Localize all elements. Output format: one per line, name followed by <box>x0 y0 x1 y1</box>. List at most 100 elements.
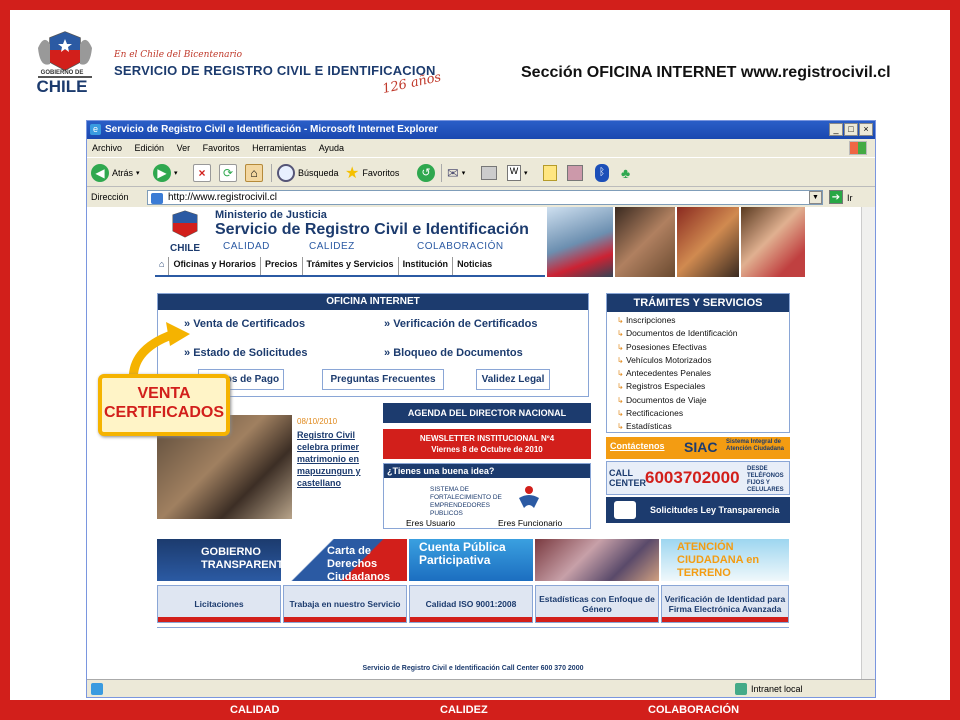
nav-noticias[interactable]: Noticias <box>453 257 496 275</box>
menu-edicion[interactable]: Edición <box>130 139 170 153</box>
mapuche-photo-banner[interactable] <box>535 539 659 581</box>
sfep-text: SISTEMA DE FORTALECIMIENTO DE EMPRENDEDO… <box>430 486 502 517</box>
tramite-item[interactable]: Estadísticas <box>617 420 737 433</box>
nav-precios[interactable]: Precios <box>261 257 303 275</box>
menu-ver[interactable]: Ver <box>172 139 196 153</box>
callout-line2: CERTIFICADOS <box>104 404 224 421</box>
verificacion-identidad-tile[interactable]: Verificación de Identidad para Firma Ele… <box>661 585 789 623</box>
notes-button[interactable] <box>543 162 557 184</box>
tramite-item[interactable]: Antecedentes Penales <box>617 367 737 380</box>
tramite-item[interactable]: Rectificaciones <box>617 407 737 420</box>
go-icon[interactable]: ➔ <box>829 190 843 204</box>
carta-derechos-banner[interactable]: Carta de Derechos Ciudadanos <box>283 539 407 583</box>
tramite-item[interactable]: Vehículos Motorizados <box>617 354 737 367</box>
child-photo <box>741 207 805 277</box>
slide: GOBIERNO DE CHILE En el Chile del Bicent… <box>10 10 950 700</box>
site-footer: Servicio de Registro Civil e Identificac… <box>362 665 584 672</box>
home-icon[interactable]: ⌂ <box>155 257 170 275</box>
minimize-button[interactable]: _ <box>829 123 843 136</box>
logo-label: GOBIERNO DE <box>40 70 84 76</box>
edit-button[interactable]: W ▾ <box>507 162 528 184</box>
favorites-button[interactable]: ★ Favoritos <box>345 162 399 184</box>
bluetooth-button[interactable]: ᛒ <box>595 162 609 184</box>
back-arrow-icon: ◀ <box>91 164 109 182</box>
nav-institucion[interactable]: Institución <box>399 257 454 275</box>
menu-herramientas[interactable]: Herramientas <box>247 139 311 153</box>
refresh-button[interactable]: ⟳ <box>219 162 237 184</box>
vertical-scrollbar[interactable] <box>861 207 875 679</box>
window-title: Servicio de Registro Civil e Identificac… <box>87 121 875 139</box>
tramite-item[interactable]: Registros Especiales <box>617 380 737 393</box>
history-icon: ↺ <box>417 164 435 182</box>
preguntas-frecuentes-button[interactable]: Preguntas Frecuentes <box>322 369 444 390</box>
refresh-icon: ⟳ <box>219 164 237 182</box>
maximize-button[interactable]: □ <box>844 123 858 136</box>
gobierno-transparente-banner[interactable]: GOBIERNO TRANSPARENTE <box>157 539 291 581</box>
call-center-label: CALL CENTER <box>609 468 647 488</box>
history-button[interactable]: ↺ <box>417 162 435 184</box>
link-venta-certificados[interactable]: Venta de Certificados <box>184 318 305 330</box>
atencion-terreno-banner[interactable]: ATENCIÓN CIUDADANA en TERRENO <box>661 539 789 581</box>
validez-legal-button[interactable]: Validez Legal <box>476 369 550 390</box>
address-dropdown[interactable]: ▼ <box>809 191 822 204</box>
address-label: Dirección <box>91 192 129 202</box>
link-verificacion-certificados[interactable]: Verificación de Certificados <box>384 318 537 330</box>
menu-ayuda[interactable]: Ayuda <box>314 139 349 153</box>
ship-photo <box>547 207 613 277</box>
tramite-item[interactable]: Inscripciones <box>617 314 737 327</box>
mail-button[interactable]: ✉ ▾ <box>447 162 465 184</box>
motto-calidez: CALIDEZ <box>309 241 355 252</box>
menu-bar: Archivo Edición Ver Favoritos Herramient… <box>87 139 875 157</box>
research-icon <box>567 165 583 181</box>
tramite-item[interactable]: Documentos de Viaje <box>617 394 737 407</box>
bottom-calidad: CALIDAD <box>230 704 280 716</box>
transparencia-button[interactable]: Solicitudes Ley Transparencia <box>606 497 790 523</box>
address-input[interactable]: http://www.registrocivil.cl <box>147 190 823 205</box>
nav-tramites[interactable]: Trámites y Servicios <box>303 257 399 275</box>
tramites-title: TRÁMITES Y SERVICIOS <box>607 294 789 312</box>
siac-label: SIAC <box>684 439 718 455</box>
link-estado-solicitudes[interactable]: Estado de Solicitudes <box>184 347 307 359</box>
cuenta-publica-banner[interactable]: Cuenta Pública Participativa <box>409 539 533 581</box>
licitaciones-tile[interactable]: Licitaciones <box>157 585 281 623</box>
newsletter-banner[interactable]: NEWSLETTER INSTITUCIONAL Nº4 Viernes 8 d… <box>383 429 591 459</box>
link-bloqueo-documentos[interactable]: Bloqueo de Documentos <box>384 347 523 359</box>
siac-desc: Sistema Integral de Atención Ciudadana <box>726 439 785 452</box>
page-viewport: CHILE Ministerio de Justicia Servicio de… <box>87 207 861 679</box>
menu-archivo[interactable]: Archivo <box>87 139 127 153</box>
research-button[interactable] <box>567 162 583 184</box>
toolbar-divider <box>441 164 442 182</box>
trabaja-tile[interactable]: Trabaja en nuestro Servicio <box>283 585 407 623</box>
messenger-button[interactable]: ♣ <box>621 162 630 184</box>
logo-chile: CHILE <box>36 77 88 96</box>
print-button[interactable] <box>481 162 497 184</box>
eres-usuario-link[interactable]: Eres Usuario <box>406 518 455 528</box>
back-button[interactable]: ◀ Atrás ▾ <box>91 162 140 184</box>
notes-icon <box>543 165 557 181</box>
home-button[interactable]: ⌂ <box>245 162 263 184</box>
nav-oficinas[interactable]: Oficinas y Horarios <box>169 257 261 275</box>
stop-button[interactable]: × <box>193 162 211 184</box>
tramite-item[interactable]: Documentos de Identificación <box>617 327 738 340</box>
go-button[interactable]: Ir <box>847 193 853 203</box>
ie-icon: e <box>90 124 101 135</box>
estadisticas-genero-tile[interactable]: Estadísticas con Enfoque de Género <box>535 585 659 623</box>
site-nav: ⌂ Oficinas y Horarios Precios Trámites y… <box>155 257 545 275</box>
close-button[interactable]: × <box>859 123 873 136</box>
menu-favoritos[interactable]: Favoritos <box>198 139 245 153</box>
tramite-item[interactable]: Posesiones Efectivas <box>617 341 737 354</box>
idea-title: ¿Tienes una buena idea? <box>384 464 590 478</box>
call-center-banner[interactable]: CALL CENTER 6003702000 DESDE TELÉFONOS F… <box>606 461 790 495</box>
mail-icon: ✉ <box>447 164 459 181</box>
contactenos-banner[interactable]: Contáctenos SIAC Sistema Integral de Ate… <box>606 437 790 459</box>
calidad-iso-tile[interactable]: Calidad ISO 9001:2008 <box>409 585 533 623</box>
transparencia-label: Solicitudes Ley Transparencia <box>650 505 780 515</box>
agenda-director-button[interactable]: AGENDA DEL DIRECTOR NACIONAL <box>383 403 591 423</box>
forward-button[interactable]: ▶ ▾ <box>153 162 178 184</box>
eres-funcionario-link[interactable]: Eres Funcionario <box>498 518 562 528</box>
windows-flag-icon <box>849 141 867 155</box>
office-photo <box>677 207 739 277</box>
bluetooth-icon: ᛒ <box>595 164 609 182</box>
news-link[interactable]: Registro Civil celebra primer matrimonio… <box>297 429 375 489</box>
search-button[interactable]: Búsqueda <box>277 162 339 184</box>
